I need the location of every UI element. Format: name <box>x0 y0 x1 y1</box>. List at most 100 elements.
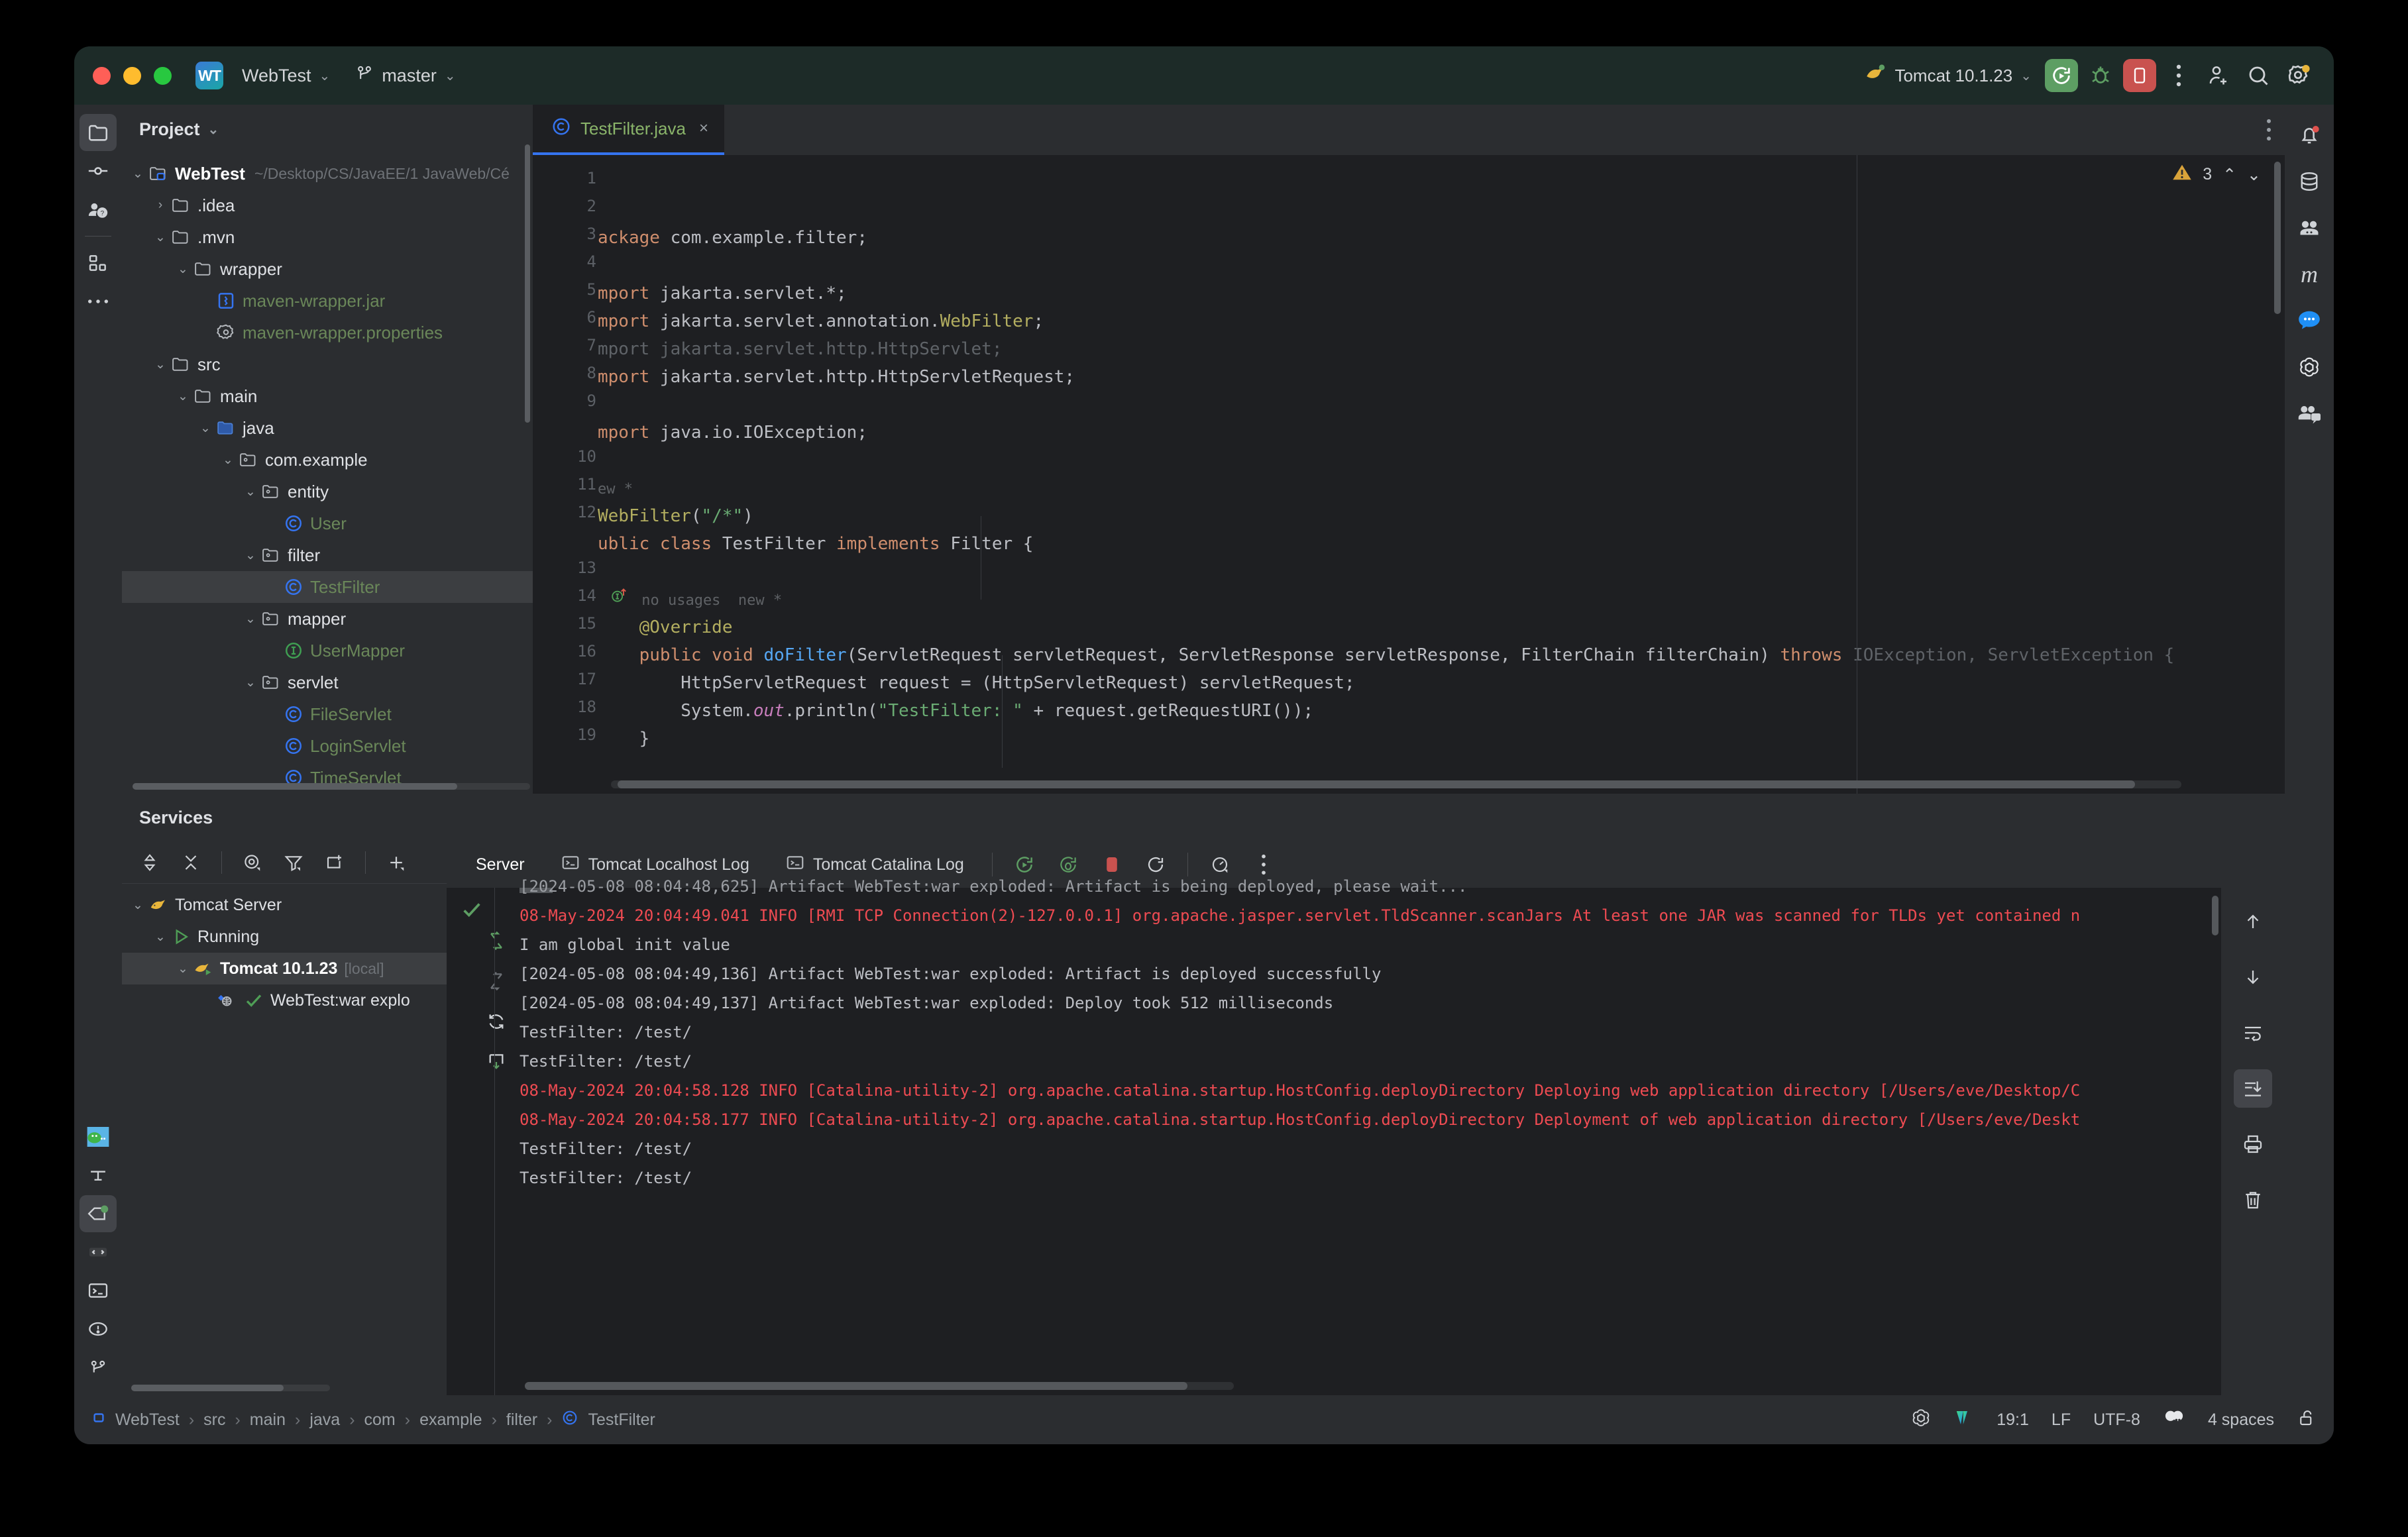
chevron-down-icon[interactable]: ⌄ <box>129 166 147 182</box>
breadcrumb-item-java[interactable]: java <box>309 1410 340 1430</box>
project-tree-item-loginservlet[interactable]: LoginServlet <box>122 730 533 762</box>
project-horizontal-scrollbar[interactable] <box>133 783 530 790</box>
chevron-down-icon[interactable]: ⌄ <box>241 548 260 563</box>
code-line[interactable]: mport jakarta.servlet.http.HttpServlet; <box>598 335 2285 363</box>
project-tree-item-webtest[interactable]: ⌄ WebTest ~/Desktop/CS/JavaEE/1 JavaWeb/Cé <box>122 158 533 189</box>
add-user-icon[interactable] <box>2201 58 2236 93</box>
scroll-up-icon[interactable] <box>2234 902 2272 941</box>
rail-structure-icon[interactable] <box>80 244 117 282</box>
rerun-console-icon[interactable] <box>486 1010 507 1036</box>
editor-tab-options[interactable] <box>2266 105 2271 155</box>
project-tree-item-wrapper[interactable]: ⌄ wrapper <box>122 253 533 285</box>
project-tree-item-com-example[interactable]: ⌄ com.example <box>122 444 533 476</box>
stop-button[interactable] <box>2123 59 2156 92</box>
unlock-icon[interactable] <box>2297 1407 2317 1433</box>
breadcrumb[interactable]: WebTest › src › main › java › com › example › filter… <box>91 1409 655 1431</box>
filter-icon[interactable] <box>275 844 312 881</box>
chevron-down-icon[interactable]: ⌄ <box>129 898 147 913</box>
close-icon[interactable]: × <box>699 119 708 138</box>
source-code[interactable]: ackage com.example.filter; mport jakarta.… <box>598 155 2285 794</box>
editor-tab-testfilter[interactable]: TestFilter.java × <box>533 105 724 155</box>
settings-gear-icon[interactable] <box>2281 58 2315 93</box>
chevron-down-icon[interactable]: ⌄ <box>151 230 170 245</box>
rail-debug-icon[interactable] <box>80 1234 117 1271</box>
chevron-down-icon[interactable]: ⌄ <box>208 121 219 138</box>
expand-collapse-icon[interactable] <box>131 844 168 881</box>
breadcrumb-item-example[interactable]: example <box>419 1410 482 1430</box>
code-line[interactable]: no usages new * <box>598 586 2285 613</box>
chevron-down-icon[interactable]: ⌄ <box>219 452 237 468</box>
code-line[interactable]: ackage com.example.filter; <box>598 224 2285 252</box>
chevron-down-icon[interactable]: ⌄ <box>241 611 260 627</box>
collapse-all-icon[interactable] <box>172 844 209 881</box>
rail-commit-icon[interactable] <box>80 152 117 189</box>
project-tree-item-servlet[interactable]: ⌄ servlet <box>122 666 533 698</box>
more-options-button[interactable] <box>2162 58 2196 93</box>
close-window-button[interactable] <box>93 66 111 85</box>
code-line[interactable] <box>598 753 2285 780</box>
chevron-down-icon[interactable]: ⌄ <box>241 675 260 690</box>
code-line[interactable]: mport jakarta.servlet.http.HttpServletRe… <box>598 363 2285 391</box>
scroll-down-icon[interactable] <box>2234 958 2272 996</box>
rail-services-icon[interactable] <box>80 1195 117 1232</box>
project-tree-item--mvn[interactable]: ⌄ .mvn <box>122 221 533 253</box>
project-tree-scrollbar[interactable] <box>525 144 530 423</box>
breadcrumb-item-src[interactable]: src <box>203 1410 225 1430</box>
project-tree-item-fileservlet[interactable]: FileServlet <box>122 698 533 730</box>
code-line[interactable]: mport jakarta.servlet.annotation.WebFilt… <box>598 307 2285 335</box>
code-line[interactable]: ew * <box>598 474 2285 502</box>
services-tree-item-running[interactable]: ⌄ Running <box>122 921 447 953</box>
add-service-icon[interactable] <box>378 844 415 881</box>
code-line[interactable]: public void doFilter(ServletRequest serv… <box>598 641 2285 669</box>
project-tree-item--idea[interactable]: › .idea <box>122 189 533 221</box>
project-tree-item-filter[interactable]: ⌄ filter <box>122 539 533 571</box>
chevron-down-icon[interactable]: ⌄ <box>196 421 215 436</box>
chevron-down-icon[interactable]: ⌄ <box>174 389 192 404</box>
database-icon[interactable] <box>2291 163 2328 200</box>
project-panel-header[interactable]: Project ⌄ <box>122 105 533 154</box>
rail-version-control-icon[interactable] <box>80 1349 117 1386</box>
inspection-level-icon[interactable] <box>1954 1407 1974 1433</box>
clear-all-icon[interactable] <box>2234 1181 2272 1219</box>
breadcrumb-item-main[interactable]: main <box>250 1410 286 1430</box>
caret-position[interactable]: 19:1 <box>1997 1410 2029 1430</box>
indent-setting[interactable]: 4 spaces <box>2208 1410 2274 1430</box>
code-line[interactable]: WebFilter("/*") <box>598 502 2285 530</box>
chat-bubble-icon[interactable] <box>2291 302 2328 339</box>
code-line[interactable]: @Override <box>598 613 2285 641</box>
services-tree[interactable]: ⌄ Tomcat Server ⌄ Running ⌄ Tomcat 10.1.23 [lo… <box>122 884 447 1395</box>
run-configuration-selector[interactable]: Tomcat 10.1.23 ⌄ <box>1856 58 2040 93</box>
code-line[interactable] <box>598 447 2285 474</box>
rerun-button[interactable] <box>2045 59 2078 92</box>
ai-assistant-icon[interactable] <box>2291 209 2328 246</box>
code-line[interactable]: ublic class TestFilter implements Filter… <box>598 530 2285 558</box>
maximize-window-button[interactable] <box>154 66 172 85</box>
code-line[interactable] <box>598 391 2285 419</box>
window-controls[interactable] <box>93 66 172 85</box>
breadcrumb-item-com[interactable]: com <box>364 1410 396 1430</box>
chevron-down-icon[interactable]: ⌄ <box>241 484 260 500</box>
project-tree-item-entity[interactable]: ⌄ entity <box>122 476 533 507</box>
console-horizontal-scrollbar[interactable] <box>525 1382 1234 1390</box>
code-line[interactable] <box>598 558 2285 586</box>
code-line[interactable]: mport jakarta.servlet.*; <box>598 280 2285 307</box>
rail-database-tools-icon[interactable] <box>80 1157 117 1194</box>
console-area[interactable]: [2024-05-08 08:04:48,625] Artifact WebTe… <box>447 877 2285 1395</box>
notifications-bell-icon[interactable] <box>2291 117 2328 154</box>
debug-button[interactable] <box>2083 58 2118 93</box>
new-tab-icon[interactable] <box>316 844 353 881</box>
scroll-to-end-toggle-icon[interactable] <box>2234 1069 2272 1108</box>
services-tree-scrollbar[interactable] <box>131 1385 330 1391</box>
soft-wrap-icon[interactable] <box>2234 1014 2272 1052</box>
code-line[interactable]: } <box>598 725 2285 753</box>
project-tree-item-maven-wrapper-properties[interactable]: maven-wrapper.properties <box>122 317 533 348</box>
code-line[interactable]: System.out.println("TestFilter: " + requ… <box>598 697 2285 725</box>
breadcrumb-item-testfilter[interactable]: TestFilter <box>588 1410 655 1430</box>
project-tree-item-maven-wrapper-jar[interactable]: maven-wrapper.jar <box>122 285 533 317</box>
services-tree-item-tomcat-10-1-23[interactable]: ⌄ Tomcat 10.1.23 [local] <box>122 953 447 984</box>
console-output[interactable]: [2024-05-08 08:04:48,625] Artifact WebTe… <box>520 868 2221 1395</box>
editor-horizontal-scrollbar[interactable] <box>611 780 2181 788</box>
minimize-window-button[interactable] <box>123 66 141 85</box>
code-line[interactable]: HttpServletRequest request = (HttpServle… <box>598 669 2285 697</box>
file-encoding[interactable]: UTF-8 <box>2093 1410 2140 1430</box>
